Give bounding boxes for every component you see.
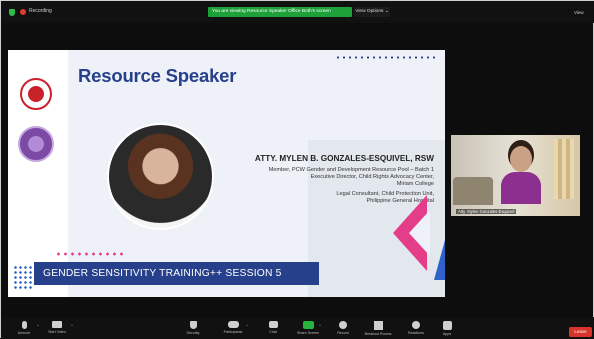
participant-video-tile[interactable]: Atty. Mylen Gonzales-Esquivel <box>451 135 580 216</box>
record-button[interactable]: Record <box>323 321 363 335</box>
session-banner: GENDER SENSITIVITY TRAINING++ SESSION 5 <box>34 262 319 285</box>
meeting-toolbar: Unmute ^ Start Video ^ Security Particip… <box>1 317 594 339</box>
chair <box>453 177 493 205</box>
chevron-up-icon[interactable]: ^ <box>246 323 248 328</box>
speaker-credential: Miriam College <box>396 181 434 187</box>
apps-button[interactable]: Apps <box>427 321 467 336</box>
curtain <box>554 139 574 199</box>
video-icon <box>52 321 62 328</box>
decorative-dots-blue <box>13 265 33 289</box>
gender-development-logo <box>18 126 54 162</box>
speaker-credential: Executive Director, Child Rights Advocac… <box>310 174 434 180</box>
slide-title: Resource Speaker <box>78 65 237 86</box>
apps-icon <box>442 321 452 330</box>
university-seal-logo <box>20 78 52 110</box>
share-screen-icon <box>302 321 314 329</box>
mic-icon <box>21 321 27 329</box>
security-button[interactable]: Security <box>173 321 213 335</box>
top-bar: Recording You are viewing Resource Speak… <box>1 1 594 23</box>
breakout-rooms-button[interactable]: Breakout Rooms <box>358 321 398 336</box>
recording-icon <box>20 9 26 15</box>
speaker-credential: Member, PCW Gender and Development Resou… <box>268 167 434 173</box>
leave-button[interactable]: Leave <box>569 327 592 337</box>
shield-icon[interactable] <box>9 9 15 16</box>
decorative-dots-top <box>335 56 435 59</box>
screen-share-banner: You are viewing Resource Speaker Office … <box>208 7 352 17</box>
decorative-dots-pink <box>55 252 125 256</box>
participant-avatar <box>501 144 541 204</box>
shared-screen-slide: Resource Speaker ATTY. MYLEN B. GONZALES… <box>8 50 445 297</box>
reactions-icon <box>412 321 420 329</box>
recording-label: Recording <box>29 8 52 14</box>
shield-icon <box>189 321 197 329</box>
zoom-window: Recording You are viewing Resource Speak… <box>0 0 594 339</box>
participants-icon <box>227 321 239 328</box>
chevron-up-icon[interactable]: ^ <box>319 323 321 328</box>
chat-button[interactable]: Chat <box>253 321 293 334</box>
breakout-rooms-icon <box>373 321 383 330</box>
view-button[interactable]: View <box>574 10 584 15</box>
participant-name: Atty. Mylen Gonzales-Esquivel <box>456 209 517 214</box>
speaker-name: ATTY. MYLEN B. GONZALES-ESQUIVEL, RSW <box>254 154 434 163</box>
blue-triangle-decoration <box>434 240 445 280</box>
speaker-photo <box>107 123 214 230</box>
share-screen-button[interactable]: Share Screen <box>288 321 328 335</box>
chat-icon <box>268 321 278 328</box>
view-options-button[interactable]: View Options ⌄ <box>354 7 390 17</box>
chevron-up-icon[interactable]: ^ <box>71 323 73 328</box>
record-icon <box>339 321 347 329</box>
